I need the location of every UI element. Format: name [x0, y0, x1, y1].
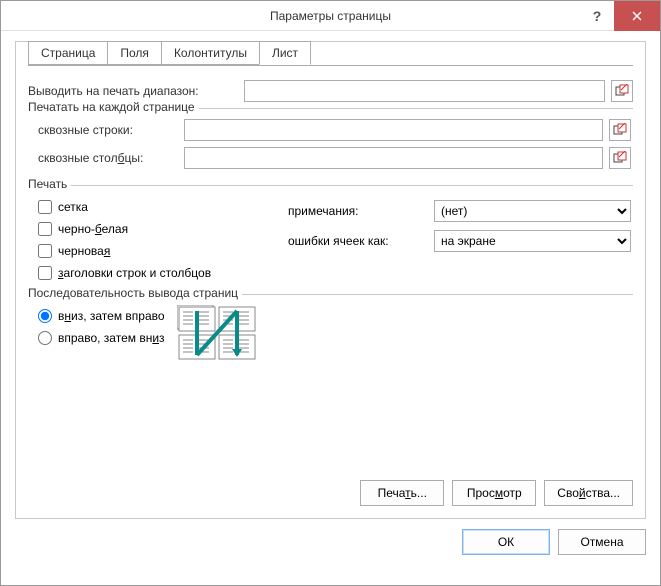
- window-title: Параметры страницы: [270, 9, 391, 23]
- cols-label: сквозные столбцы:: [38, 151, 178, 165]
- repeat-group-legend: Печатать на каждой странице: [28, 100, 199, 114]
- window-controls: ?: [580, 1, 660, 31]
- print-range-row: Выводить на печать диапазон:: [28, 80, 633, 102]
- order-group: Последовательность вывода страниц вниз, …: [28, 294, 633, 367]
- footer-buttons: ОК Отмена: [15, 529, 646, 555]
- print-group: Печать сетка черно-белая: [28, 185, 633, 288]
- comments-label: примечания:: [288, 204, 428, 218]
- rowcol-label: заголовки строк и столбцов: [58, 266, 211, 280]
- draft-check[interactable]: черновая: [38, 244, 288, 258]
- close-button[interactable]: [614, 1, 660, 31]
- print-button[interactable]: Печать...: [360, 480, 444, 506]
- bw-check[interactable]: черно-белая: [38, 222, 288, 236]
- page-order-icon: [177, 305, 259, 363]
- client-area: Страница Поля Колонтитулы Лист Выводить …: [1, 31, 660, 569]
- rowcol-checkbox[interactable]: [38, 266, 52, 280]
- collapse-dialog-icon: [613, 151, 627, 165]
- repeat-group: Печатать на каждой странице сквозные стр…: [28, 108, 633, 179]
- order-down-radio[interactable]: [38, 309, 52, 323]
- bw-checkbox[interactable]: [38, 222, 52, 236]
- rows-label: сквозные строки:: [38, 123, 178, 137]
- order-over-radio-row[interactable]: вправо, затем вниз: [38, 331, 165, 345]
- gridlines-label: сетка: [58, 200, 88, 214]
- tab-page[interactable]: Страница: [28, 41, 108, 65]
- order-over-radio[interactable]: [38, 331, 52, 345]
- order-over-label: вправо, затем вниз: [58, 331, 165, 345]
- preview-button[interactable]: Просмотр: [452, 480, 536, 506]
- rows-row: сквозные строки:: [38, 119, 631, 141]
- draft-checkbox[interactable]: [38, 244, 52, 258]
- order-down-radio-row[interactable]: вниз, затем вправо: [38, 309, 165, 323]
- gridlines-check[interactable]: сетка: [38, 200, 288, 214]
- tab-headerfooter[interactable]: Колонтитулы: [161, 41, 260, 65]
- print-group-legend: Печать: [28, 177, 71, 191]
- dialog-window: Параметры страницы ? Страница Поля Колон…: [0, 0, 661, 586]
- order-down-label: вниз, затем вправо: [58, 309, 165, 323]
- inner-frame: Страница Поля Колонтитулы Лист Выводить …: [15, 41, 646, 519]
- comments-select[interactable]: (нет): [434, 200, 631, 222]
- tabstrip: Страница Поля Колонтитулы Лист: [28, 41, 633, 65]
- collapse-dialog-icon: [615, 84, 629, 98]
- errors-select[interactable]: на экране: [434, 230, 631, 252]
- comments-row: примечания: (нет): [288, 200, 631, 222]
- rowcol-check[interactable]: заголовки строк и столбцов: [38, 266, 288, 280]
- cols-row: сквозные столбцы:: [38, 147, 631, 169]
- bw-label: черно-белая: [58, 222, 128, 236]
- cols-input[interactable]: [184, 147, 603, 169]
- sheet-buttons: Печать... Просмотр Свойства...: [360, 480, 633, 506]
- close-icon: [632, 11, 642, 21]
- help-button[interactable]: ?: [580, 1, 614, 31]
- cols-collapse-button[interactable]: [609, 147, 631, 169]
- cancel-button[interactable]: Отмена: [558, 529, 646, 555]
- rows-input[interactable]: [184, 119, 603, 141]
- order-group-legend: Последовательность вывода страниц: [28, 286, 242, 300]
- errors-label: ошибки ячеек как:: [288, 234, 428, 248]
- ok-button[interactable]: ОК: [462, 529, 550, 555]
- collapse-dialog-icon: [613, 123, 627, 137]
- errors-row: ошибки ячеек как: на экране: [288, 230, 631, 252]
- print-range-input[interactable]: [244, 80, 605, 102]
- options-button[interactable]: Свойства...: [544, 480, 633, 506]
- rows-collapse-button[interactable]: [609, 119, 631, 141]
- tab-sheet[interactable]: Лист: [259, 41, 311, 65]
- gridlines-checkbox[interactable]: [38, 200, 52, 214]
- tab-panel-sheet: Выводить на печать диапазон: Печатать на…: [28, 65, 633, 367]
- print-range-label: Выводить на печать диапазон:: [28, 84, 238, 98]
- print-range-collapse-button[interactable]: [611, 80, 633, 102]
- draft-label: черновая: [58, 244, 110, 258]
- titlebar: Параметры страницы ?: [1, 1, 660, 31]
- tab-margins[interactable]: Поля: [107, 41, 162, 65]
